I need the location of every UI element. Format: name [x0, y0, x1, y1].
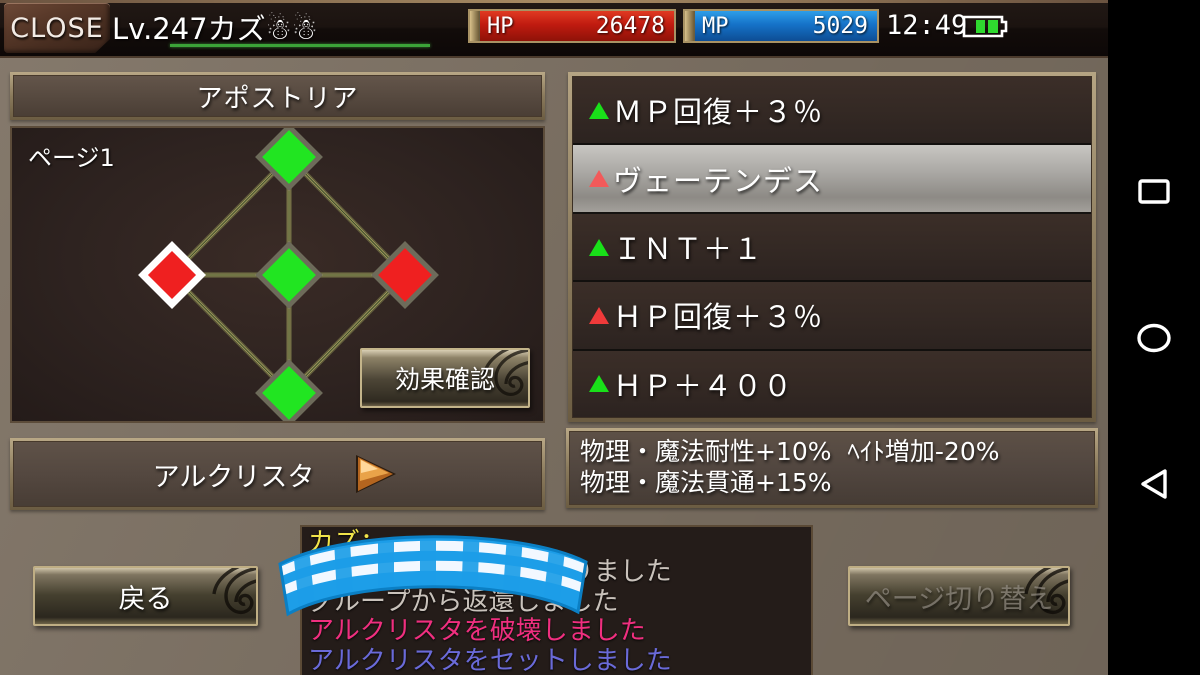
- mp-gauge-fill: MP 5029: [695, 11, 877, 41]
- hp-value: 26478: [595, 13, 665, 39]
- panel-title-inner: アポストリア: [13, 75, 542, 117]
- stats-line-1: 物理・魔法耐性+10% ﾍｲﾄ増加-20%: [580, 437, 1000, 466]
- skill-row-4[interactable]: ＨＰ＋４００: [573, 350, 1091, 418]
- hp-gauge-bevel: [470, 11, 480, 41]
- hp-gauge: HP 26478: [468, 9, 676, 43]
- chat-line-3: アルクリスタを破壊しました: [308, 616, 646, 647]
- topbar-accent-strip: [0, 0, 1108, 3]
- skill-label: ＩＮＴ＋１: [613, 232, 764, 267]
- triangle-green-icon: [589, 375, 609, 393]
- skill-label: ＨＰ＋４００: [613, 368, 794, 403]
- stats-summary-inner: 物理・魔法耐性+10% ﾍｲﾄ増加-20% 物理・魔法貫通+15%: [569, 431, 1095, 505]
- android-nav-bar: [1108, 0, 1200, 675]
- chat-line-1: アルクリスタを受け取りました: [308, 557, 672, 588]
- skill-row-0[interactable]: ＭＰ回復＋３％: [573, 77, 1091, 146]
- crystal-selector-bar[interactable]: アルクリスタ: [10, 438, 545, 510]
- circle-home-icon[interactable]: [1134, 318, 1174, 358]
- exp-bar: [170, 44, 430, 47]
- screen-root: CLOSE Lv.247カズ☃☃ HP 26478 MP 5029 12:49: [0, 0, 1200, 675]
- page-switch-label: ページ切り替え: [864, 583, 1054, 615]
- page-switch-button[interactable]: ページ切り替え: [848, 566, 1070, 626]
- stats-summary-box: 物理・魔法耐性+10% ﾍｲﾄ増加-20% 物理・魔法貫通+15%: [566, 428, 1098, 508]
- skill-label: ＭＰ回復＋３％: [613, 95, 824, 130]
- skill-list[interactable]: ＭＰ回復＋３％ ヴェーテンデス ＩＮＴ＋１ ＨＰ回復＋３％ ＨＰ＋４００: [572, 76, 1092, 418]
- triangle-green-icon: [589, 101, 609, 119]
- triangle-green-icon: [589, 238, 609, 256]
- node-edge-6: [171, 274, 290, 394]
- stats-line-2: 物理・魔法貫通+15%: [580, 468, 832, 497]
- crystal-name-label: アルクリスタ: [152, 461, 315, 493]
- hp-label: HP: [487, 13, 514, 39]
- chat-line-4: アルクリスタをセットしました: [308, 645, 672, 675]
- swirl-ornament-icon: [212, 568, 256, 615]
- skill-row-2[interactable]: ＩＮＴ＋１: [573, 213, 1091, 283]
- triangle-red-icon: [589, 170, 609, 188]
- battery-icon: [962, 15, 1008, 38]
- panel-title-bar: アポストリア: [10, 72, 545, 120]
- back-button[interactable]: 戻る: [33, 566, 258, 626]
- skill-label: ヴェーテンデス: [613, 163, 824, 198]
- node-edge-1: [288, 156, 406, 276]
- hp-gauge-fill: HP 26478: [480, 11, 674, 41]
- player-name-label: Lv.247カズ☃☃: [112, 12, 318, 46]
- skill-row-1[interactable]: ヴェーテンデス: [573, 145, 1091, 214]
- chat-line-0: カズ：…………: [308, 528, 491, 558]
- back-button-label: 戻る: [118, 583, 173, 615]
- skill-list-frame: ＭＰ回復＋３％ ヴェーテンデス ＩＮＴ＋１ ＨＰ回復＋３％ ＨＰ＋４００: [568, 72, 1096, 422]
- skill-row-3[interactable]: ＨＰ回復＋３％: [573, 282, 1091, 351]
- mp-value: 5029: [812, 13, 868, 39]
- node-fill: [262, 248, 316, 302]
- skill-label: ＨＰ回復＋３％: [613, 300, 824, 335]
- mp-label: MP: [702, 13, 729, 39]
- square-recents-icon[interactable]: [1134, 172, 1174, 212]
- arrow-right-icon[interactable]: [348, 451, 402, 497]
- mp-gauge-bevel: [685, 11, 695, 41]
- status-bar: CLOSE Lv.247カズ☃☃ HP 26478 MP 5029 12:49: [0, 0, 1108, 58]
- effect-check-button[interactable]: 効果確認: [360, 348, 530, 408]
- close-button[interactable]: CLOSE: [4, 3, 110, 53]
- triangle-red-icon: [589, 306, 609, 324]
- crystal-selector-inner: アルクリスタ: [13, 441, 542, 507]
- close-button-label: CLOSE: [10, 12, 104, 44]
- mp-gauge: MP 5029: [683, 9, 879, 43]
- effect-check-label: 効果確認: [394, 365, 495, 394]
- triangle-back-icon[interactable]: [1134, 464, 1174, 504]
- panel-title-label: アポストリア: [196, 83, 359, 114]
- chat-line-2: グループから返還しました: [308, 586, 619, 617]
- clock-label: 12:49: [886, 10, 968, 41]
- game-viewport: CLOSE Lv.247カズ☃☃ HP 26478 MP 5029 12:49: [0, 0, 1108, 675]
- node-edge-0: [171, 156, 290, 276]
- chat-log[interactable]: カズ：………… アルクリスタを受け取りました グループから返還しました アルクリスタを…: [300, 525, 813, 675]
- skill-node-center[interactable]: [255, 241, 323, 309]
